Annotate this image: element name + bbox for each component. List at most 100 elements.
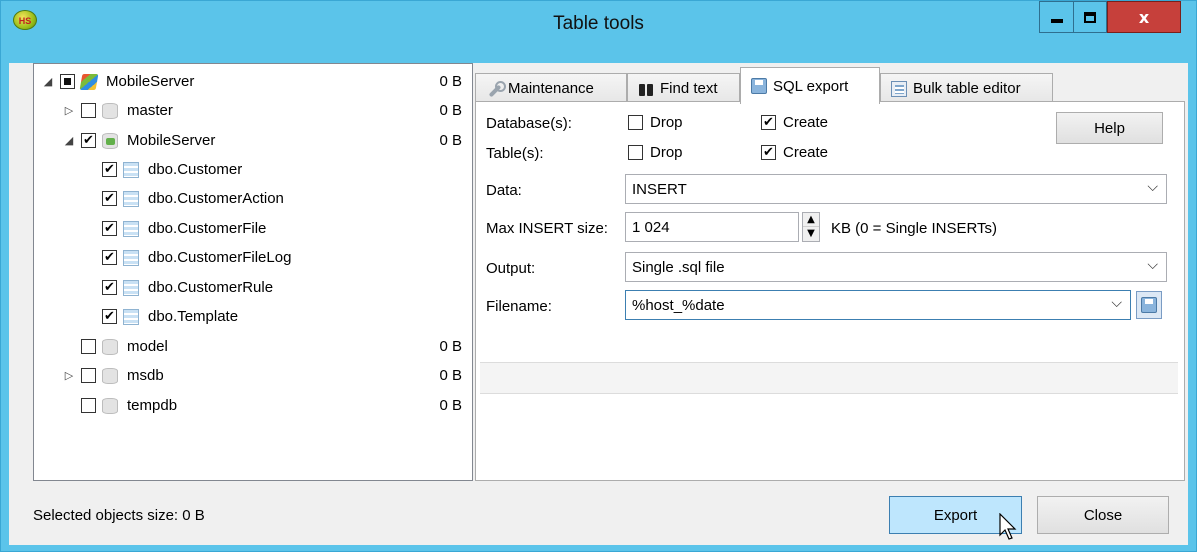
database-label: Database(s): — [486, 115, 572, 132]
database-drop-option[interactable]: Drop — [628, 114, 683, 131]
tree-checkbox[interactable]: ✔ — [102, 309, 117, 324]
tab-bulk-table-editor[interactable]: Bulk table editor — [880, 73, 1053, 103]
tree-checkbox[interactable] — [81, 339, 96, 354]
tree-item-size: 0 B — [439, 367, 462, 384]
help-button[interactable]: Help — [1056, 112, 1163, 144]
tree-checkbox[interactable]: ✔ — [102, 221, 117, 236]
object-tree[interactable]: ◢ MobileServer 0 B ▷ master 0 B ◢ ✔ Mobi… — [33, 63, 473, 481]
save-disk-icon — [1141, 297, 1157, 313]
table-label: Table(s): — [486, 145, 544, 162]
spin-down-icon[interactable]: ▼ — [803, 227, 819, 241]
table-icon — [123, 279, 139, 296]
sql-export-panel: Database(s): Drop ✔ Create Help Table(s)… — [475, 101, 1185, 481]
database-icon — [102, 132, 118, 149]
tree-item-table[interactable]: ✔ dbo.CustomerFileLog — [98, 243, 291, 272]
tab-maintenance[interactable]: Maintenance — [475, 73, 627, 103]
tree-item-label: dbo.CustomerFile — [148, 220, 267, 237]
chevron-down-icon[interactable]: ⌵ — [1147, 257, 1158, 273]
check-mark-icon: ✔ — [104, 221, 115, 236]
tree-item-label: master — [127, 102, 173, 119]
check-mark-icon: ✔ — [104, 309, 115, 324]
database-create-checkbox[interactable]: ✔ — [761, 115, 776, 130]
filename-combo[interactable]: %host_%date ⌵ — [625, 290, 1131, 320]
spin-up-icon[interactable]: ▲ — [803, 213, 819, 227]
window-close-button[interactable]: x — [1107, 1, 1181, 33]
tree-item-tempdb[interactable]: tempdb — [77, 391, 177, 420]
chevron-down-icon[interactable]: ⌵ — [1111, 295, 1122, 311]
chevron-down-icon[interactable]: ⌵ — [1147, 179, 1158, 195]
tree-checkbox[interactable]: ✔ — [102, 191, 117, 206]
output-select-value: Single .sql file — [632, 258, 725, 276]
tree-checkbox[interactable]: ✔ — [102, 280, 117, 295]
tree-item-table[interactable]: ✔ dbo.CustomerAction — [98, 184, 284, 213]
tree-item-size: 0 B — [439, 73, 462, 90]
collapse-icon[interactable]: ◢ — [61, 134, 77, 147]
export-button-label: Export — [933, 506, 978, 524]
tree-checkbox[interactable] — [60, 74, 75, 89]
tab-label: Maintenance — [508, 80, 594, 97]
table-create-option[interactable]: ✔ Create — [761, 144, 828, 161]
table-icon — [123, 220, 139, 237]
database-icon — [102, 338, 118, 355]
check-mark-icon: ✔ — [104, 250, 115, 265]
database-create-option[interactable]: ✔ Create — [761, 114, 828, 131]
tree-item-table[interactable]: ✔ dbo.CustomerFile — [98, 214, 266, 243]
tree-checkbox[interactable]: ✔ — [102, 162, 117, 177]
tree-item-size: 0 B — [439, 338, 462, 355]
data-select[interactable]: INSERT ⌵ — [625, 174, 1167, 204]
close-button[interactable]: Close — [1037, 496, 1169, 534]
filename-value: %host_%date — [632, 296, 725, 314]
create-label: Create — [783, 114, 829, 131]
close-button-label: Close — [1083, 506, 1123, 524]
tab-find-text[interactable]: Find text — [627, 73, 740, 103]
tree-item-master[interactable]: ▷ master — [61, 96, 173, 125]
drop-label: Drop — [650, 144, 683, 161]
max-insert-input[interactable]: 1 024 — [625, 212, 799, 242]
check-mark-icon: ✔ — [83, 133, 94, 148]
wrench-icon — [486, 80, 506, 97]
check-mark-icon: ✔ — [104, 191, 115, 206]
table-drop-option[interactable]: Drop — [628, 144, 683, 161]
check-mark-icon: ✔ — [104, 280, 115, 295]
browse-save-button[interactable] — [1136, 291, 1162, 319]
table-drop-checkbox[interactable] — [628, 145, 643, 160]
window-title: Table tools — [553, 13, 644, 34]
tree-item-table[interactable]: ✔ dbo.Template — [98, 302, 238, 331]
data-select-value: INSERT — [632, 180, 687, 198]
collapse-icon[interactable]: ◢ — [40, 75, 56, 88]
tree-item-table[interactable]: ✔ dbo.CustomerRule — [98, 273, 273, 302]
table-create-checkbox[interactable]: ✔ — [761, 145, 776, 160]
data-label: Data: — [486, 182, 522, 199]
create-label: Create — [783, 144, 829, 161]
tab-sql-export[interactable]: SQL export — [740, 67, 880, 104]
output-select[interactable]: Single .sql file ⌵ — [625, 252, 1167, 282]
title-bar[interactable]: HS Table tools x — [1, 1, 1196, 63]
tree-item-mobileserver-db[interactable]: ◢ ✔ MobileServer — [61, 126, 216, 155]
expand-icon[interactable]: ▷ — [61, 104, 77, 117]
database-drop-checkbox[interactable] — [628, 115, 643, 130]
tree-item-table[interactable]: ✔ dbo.Customer — [98, 155, 242, 184]
max-insert-spinner[interactable]: ▲ ▼ — [802, 212, 820, 242]
tree-checkbox[interactable] — [81, 398, 96, 413]
tree-item-model[interactable]: model — [77, 332, 168, 361]
table-icon — [123, 161, 139, 178]
tree-item-size: 0 B — [439, 132, 462, 149]
tree-checkbox[interactable]: ✔ — [81, 133, 96, 148]
server-icon — [79, 73, 99, 90]
tree-item-server[interactable]: ◢ MobileServer — [40, 67, 195, 96]
tree-item-label: dbo.CustomerAction — [148, 190, 284, 207]
maximize-button[interactable] — [1073, 1, 1107, 33]
check-mark-icon: ✔ — [763, 145, 774, 160]
output-label: Output: — [486, 260, 536, 277]
expand-icon[interactable]: ▷ — [61, 369, 77, 382]
tree-item-msdb[interactable]: ▷ msdb — [61, 361, 164, 390]
tree-checkbox[interactable]: ✔ — [102, 250, 117, 265]
tree-checkbox[interactable] — [81, 103, 96, 118]
tab-label: Bulk table editor — [913, 80, 1021, 97]
check-mark-icon: ✔ — [763, 115, 774, 130]
tree-item-size: 0 B — [439, 397, 462, 414]
tree-checkbox[interactable] — [81, 368, 96, 383]
minimize-button[interactable] — [1039, 1, 1073, 33]
tab-label: SQL export — [773, 77, 849, 95]
table-tools-window: HS Table tools x ◢ MobileServer 0 B ▷ ma… — [0, 0, 1197, 552]
